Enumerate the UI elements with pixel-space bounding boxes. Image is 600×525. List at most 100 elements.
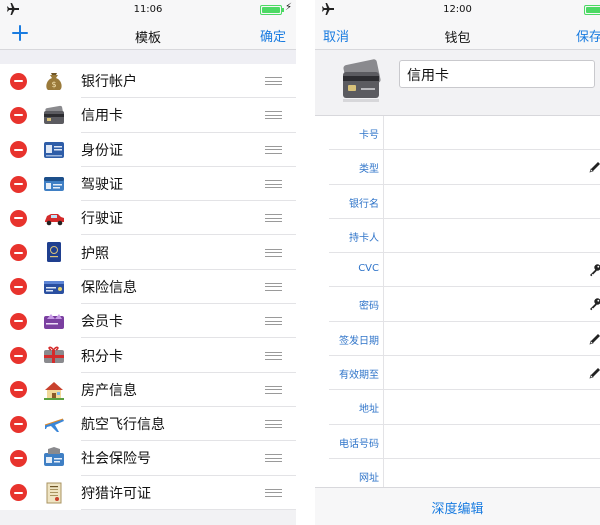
pencil-icon[interactable] xyxy=(588,331,600,345)
field-input[interactable] xyxy=(385,291,580,317)
field-input[interactable] xyxy=(385,394,580,420)
form-row: CVC xyxy=(315,253,600,288)
driver-license-icon xyxy=(43,173,65,195)
field-input[interactable] xyxy=(385,189,580,215)
template-row[interactable]: $ 银行帐户 xyxy=(0,64,296,99)
battery-icon xyxy=(584,5,600,15)
delete-icon[interactable] xyxy=(10,312,27,330)
template-row[interactable]: 驾驶证 xyxy=(0,167,296,202)
pencil-icon[interactable] xyxy=(588,365,600,379)
status-bar: 12:00 xyxy=(315,0,600,20)
form-row: 持卡人 xyxy=(315,219,600,254)
key-icon[interactable] xyxy=(588,296,600,311)
save-button[interactable]: 保存 xyxy=(576,26,600,45)
delete-icon[interactable] xyxy=(10,278,27,296)
reorder-handle-icon[interactable] xyxy=(265,77,282,86)
delete-icon[interactable] xyxy=(10,209,27,227)
field-label: 类型 xyxy=(359,164,379,176)
reorder-handle-icon[interactable] xyxy=(265,214,282,223)
template-label: 信用卡 xyxy=(81,108,123,125)
delete-icon[interactable] xyxy=(10,484,27,502)
template-label: 会员卡 xyxy=(81,314,123,331)
field-input[interactable] xyxy=(385,326,580,352)
credit-card-icon[interactable] xyxy=(339,58,383,106)
template-row[interactable]: 信用卡 xyxy=(0,98,296,133)
template-row[interactable]: 保险信息 xyxy=(0,270,296,305)
reorder-handle-icon[interactable] xyxy=(265,111,282,120)
key-icon[interactable] xyxy=(588,262,600,277)
status-time: 12:00 xyxy=(443,4,472,15)
field-input[interactable] xyxy=(385,463,580,489)
field-form: 卡号 类型 银行名 持卡人 CVC 密码 签发日期 有效期至 地址 电话号码 网址 xyxy=(315,116,600,494)
templates-screen: 11:06 ⚡ 模板 确定 $ 银行帐户 信用卡 身份证 驾驶证 行驶证 护照 保险信息 会员卡… xyxy=(0,0,296,525)
field-label: CVC xyxy=(358,263,379,275)
reorder-handle-icon[interactable] xyxy=(265,488,282,497)
deep-edit-button[interactable]: 深度编辑 xyxy=(315,498,600,517)
template-label: 身份证 xyxy=(81,142,123,159)
reorder-handle-icon[interactable] xyxy=(265,282,282,291)
field-label: 有效期至 xyxy=(339,370,379,382)
reorder-handle-icon[interactable] xyxy=(265,180,282,189)
template-row[interactable]: 会员卡 xyxy=(0,304,296,339)
svg-text:$: $ xyxy=(51,80,56,89)
house-icon xyxy=(43,379,65,401)
reorder-handle-icon[interactable] xyxy=(265,385,282,394)
template-row[interactable]: 积分卡 xyxy=(0,338,296,373)
credit-card-icon xyxy=(43,104,65,126)
field-label: 持卡人 xyxy=(349,232,379,244)
item-header: 信用卡 xyxy=(315,50,600,116)
template-list: $ 银行帐户信用卡身份证驾驶证 行驶证 护照 保险信息会员卡积分卡 房产信息 航空飞行信息社… xyxy=(0,64,296,510)
field-input[interactable] xyxy=(385,154,580,180)
wallet-edit-screen: 12:00 取消 钱包 保存 信用卡 卡号 类型 银行名 持卡人 CVC 密码 签发日期 有效… xyxy=(315,0,600,525)
reorder-handle-icon[interactable] xyxy=(265,248,282,257)
nav-bar: 模板 确定 xyxy=(0,20,296,50)
form-row: 密码 xyxy=(315,287,600,322)
reorder-handle-icon[interactable] xyxy=(265,454,282,463)
delete-icon[interactable] xyxy=(10,175,27,193)
delete-icon[interactable] xyxy=(10,244,27,262)
template-row[interactable]: 社会保险号 xyxy=(0,441,296,476)
template-row[interactable]: 狩猎许可证 xyxy=(0,476,296,510)
form-row: 电话号码 xyxy=(315,425,600,459)
pencil-icon[interactable] xyxy=(588,159,600,173)
template-label: 狩猎许可证 xyxy=(81,485,151,502)
delete-icon[interactable] xyxy=(10,381,27,399)
field-label: 密码 xyxy=(359,301,379,313)
template-row[interactable]: 房产信息 xyxy=(0,373,296,407)
delete-icon[interactable] xyxy=(10,415,27,433)
list-top-gap xyxy=(0,50,296,64)
field-input[interactable] xyxy=(385,223,580,249)
template-name-field[interactable]: 信用卡 xyxy=(399,60,595,88)
template-row[interactable]: 行驶证 xyxy=(0,201,296,236)
template-label: 银行帐户 xyxy=(81,74,137,91)
delete-icon[interactable] xyxy=(10,449,27,467)
id-card-icon xyxy=(43,139,65,161)
confirm-button[interactable]: 确定 xyxy=(260,26,286,45)
nav-bar: 取消 钱包 保存 xyxy=(315,20,600,50)
delete-icon[interactable] xyxy=(10,347,27,365)
field-label: 银行名 xyxy=(349,198,379,210)
form-row: 类型 xyxy=(315,150,600,185)
reorder-handle-icon[interactable] xyxy=(265,351,282,360)
field-label: 网址 xyxy=(359,472,379,484)
reorder-handle-icon[interactable] xyxy=(265,317,282,326)
template-row[interactable]: 身份证 xyxy=(0,133,296,167)
reorder-handle-icon[interactable] xyxy=(265,420,282,429)
airplane-icon xyxy=(43,413,65,435)
template-row[interactable]: 航空飞行信息 xyxy=(0,407,296,442)
page-title: 模板 xyxy=(134,31,161,46)
delete-icon[interactable] xyxy=(10,141,27,159)
gift-card-icon xyxy=(43,344,65,366)
license-document-icon xyxy=(43,482,65,504)
field-input[interactable] xyxy=(385,120,580,146)
reorder-handle-icon[interactable] xyxy=(265,145,282,154)
delete-icon[interactable] xyxy=(10,106,27,124)
form-row: 签发日期 xyxy=(315,322,600,357)
template-row[interactable]: 护照 xyxy=(0,235,296,270)
field-input[interactable] xyxy=(385,257,580,283)
field-input[interactable] xyxy=(385,360,580,386)
delete-icon[interactable] xyxy=(10,72,27,90)
field-input[interactable] xyxy=(385,429,580,455)
status-time: 11:06 xyxy=(133,4,163,15)
membership-card-icon xyxy=(43,310,65,332)
